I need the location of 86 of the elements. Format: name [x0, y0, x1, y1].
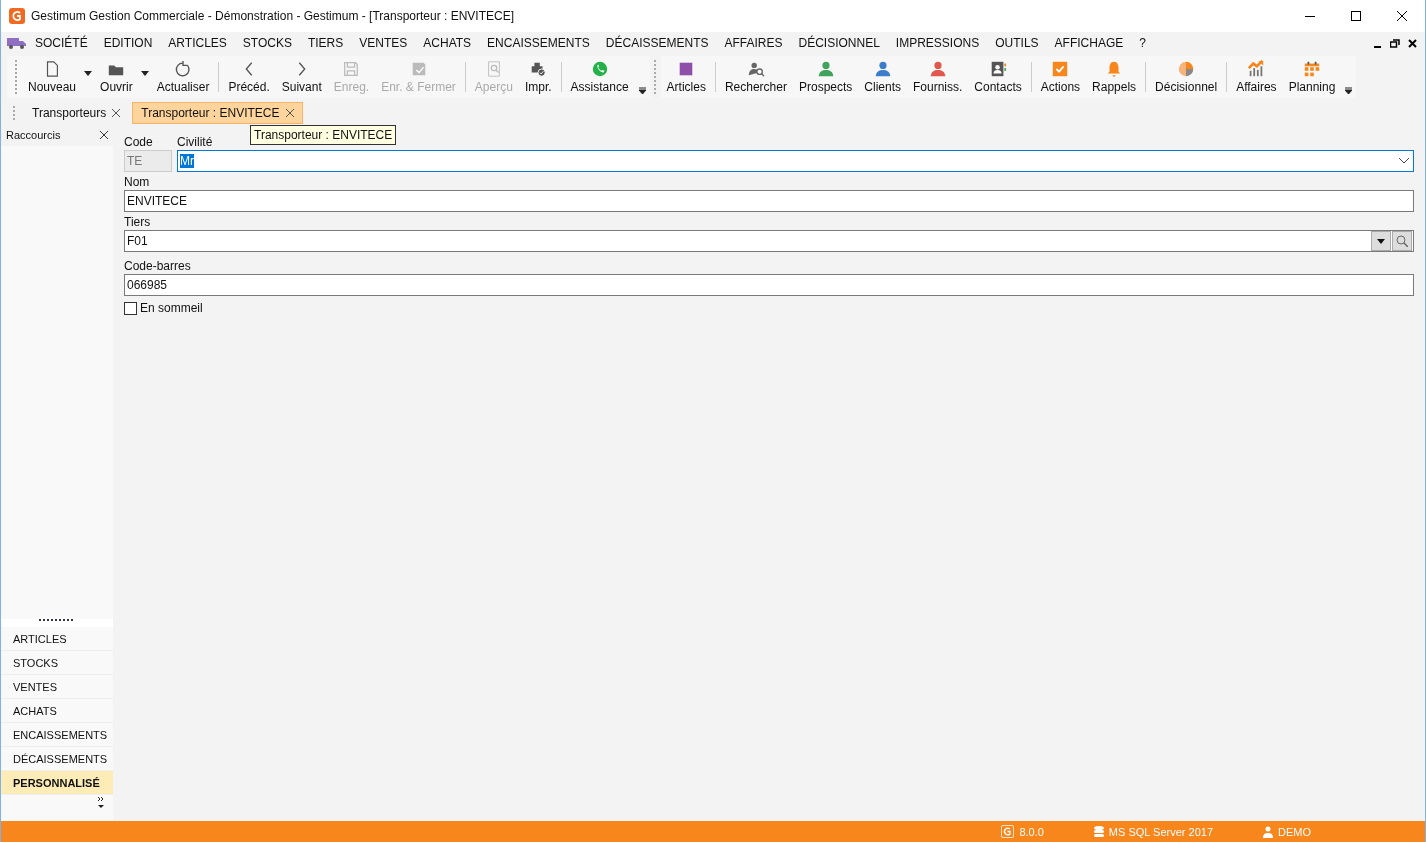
toolbar-button[interactable]: Actualiser: [150, 56, 216, 98]
close-icon[interactable]: [1408, 38, 1417, 48]
menu-item[interactable]: EDITION: [95, 36, 161, 50]
toolbar-button[interactable]: Clients: [858, 56, 907, 98]
toolbar-button[interactable]: Ouvrir: [94, 56, 151, 98]
toolbar-button[interactable]: Contacts: [968, 56, 1028, 98]
toolbar-button[interactable]: Impr.: [518, 56, 558, 98]
contact-card-icon: [989, 60, 1008, 78]
person-icon: [873, 60, 892, 78]
menu-item[interactable]: ?: [1131, 36, 1154, 50]
user-icon: [1263, 825, 1273, 838]
dropdown-icon[interactable]: [1377, 238, 1385, 244]
name-field[interactable]: ENVITECE: [124, 190, 1414, 212]
close-icon[interactable]: [1397, 11, 1407, 21]
grip-icon[interactable]: [39, 619, 75, 622]
toolbar-button[interactable]: Suivant: [275, 56, 328, 98]
menu-item[interactable]: TIERS: [299, 36, 352, 50]
toolbar-button[interactable]: Précéd.: [222, 56, 276, 98]
panel-title: Raccourcis: [6, 129, 61, 141]
menu-item[interactable]: ARTICLES: [160, 36, 235, 50]
sidebar-item[interactable]: PERSONNALISÉ: [1, 771, 113, 795]
restore-icon[interactable]: [1390, 38, 1400, 48]
menu-item[interactable]: VENTES: [351, 36, 416, 50]
toolbar-button[interactable]: Articles: [660, 56, 712, 98]
toolbar-button[interactable]: Affaires: [1230, 56, 1283, 98]
tab[interactable]: Transporteur : ENVITECE: [132, 102, 303, 124]
close-icon[interactable]: [112, 109, 121, 117]
field-label: Code: [124, 134, 154, 150]
truck-icon: [7, 36, 27, 50]
barcode-field[interactable]: 066985: [124, 274, 1414, 296]
toolbar-button[interactable]: Planning: [1282, 56, 1342, 98]
maximize-icon[interactable]: [1351, 11, 1361, 21]
window-title: Gestimum Gestion Commerciale - Démonstration - Gestimum - [Transporteur : ENVITECE]: [31, 9, 515, 23]
chevron-down-icon: [1399, 158, 1409, 164]
menu-item[interactable]: AFFAIRES: [716, 36, 791, 50]
caret-icon: [84, 71, 93, 76]
toolbar-button[interactable]: Rechercher: [718, 56, 793, 98]
menu-item[interactable]: DÉCAISSEMENTS: [597, 36, 717, 50]
menu-item[interactable]: ENCAISSEMENTS: [479, 36, 598, 50]
person-search-icon: [746, 60, 765, 78]
menu-item[interactable]: DÉCISIONNEL: [790, 36, 888, 50]
printer-icon: [529, 60, 548, 78]
caret-icon: [140, 71, 149, 76]
database-text: MS SQL Server 2017: [1108, 825, 1213, 838]
toolbar-button[interactable]: Fourniss.: [907, 56, 969, 98]
field-label: Code-barres: [124, 258, 192, 274]
tab[interactable]: Transporteurs: [24, 102, 129, 124]
third-party-field[interactable]: F01: [124, 230, 1414, 252]
minimize-icon[interactable]: [1305, 15, 1315, 17]
tooltip: Transporteur : ENVITECE: [250, 125, 397, 145]
toolbar-button[interactable]: Assistance: [564, 56, 635, 98]
app-logo-icon: [1001, 825, 1015, 838]
toolbar-button[interactable]: Nouveau: [22, 56, 95, 98]
toolbar-button[interactable]: Rappels: [1086, 56, 1143, 98]
menu-item[interactable]: ACHATS: [415, 36, 480, 50]
menu-item[interactable]: SOCIÉTÉ: [27, 36, 96, 50]
field-label: Tiers: [124, 214, 152, 230]
toolbar-button[interactable]: Décisionnel: [1149, 56, 1224, 98]
civility-dropdown[interactable]: Mr: [177, 150, 1414, 172]
menu-item[interactable]: IMPRESSIONS: [887, 36, 988, 50]
menu-item[interactable]: AFFICHAGE: [1046, 36, 1132, 50]
app-logo-icon: [9, 8, 25, 24]
chevron-down-icon[interactable]: [97, 795, 105, 809]
field-label: Nom: [124, 174, 151, 190]
version-text: 8.0.0: [1019, 825, 1044, 838]
database-icon: [1093, 825, 1104, 838]
chat-phone-icon: [590, 60, 609, 78]
person-icon: [816, 60, 835, 78]
floppy-icon: [342, 60, 361, 78]
checkbox-icon: [1051, 60, 1070, 78]
search-icon[interactable]: [1396, 235, 1408, 247]
menu-item[interactable]: STOCKS: [234, 36, 300, 50]
bar-chart-icon: [1247, 60, 1266, 78]
menu-item[interactable]: OUTILS: [987, 36, 1047, 50]
overflow-icon[interactable]: [638, 87, 646, 94]
close-icon[interactable]: [100, 131, 108, 139]
user-text: DEMO: [1278, 825, 1311, 838]
checkbox-label: En sommeil: [140, 301, 203, 315]
calendar-icon: [1303, 60, 1321, 78]
person-icon: [928, 60, 947, 78]
toolbar-button[interactable]: Prospects: [792, 56, 859, 98]
field-label: Civilité: [177, 134, 213, 150]
pie-chart-icon: [1177, 60, 1196, 78]
toolbar-button[interactable]: Actions: [1034, 56, 1087, 98]
overflow-icon[interactable]: [1345, 87, 1353, 94]
checkbox[interactable]: [124, 301, 137, 315]
